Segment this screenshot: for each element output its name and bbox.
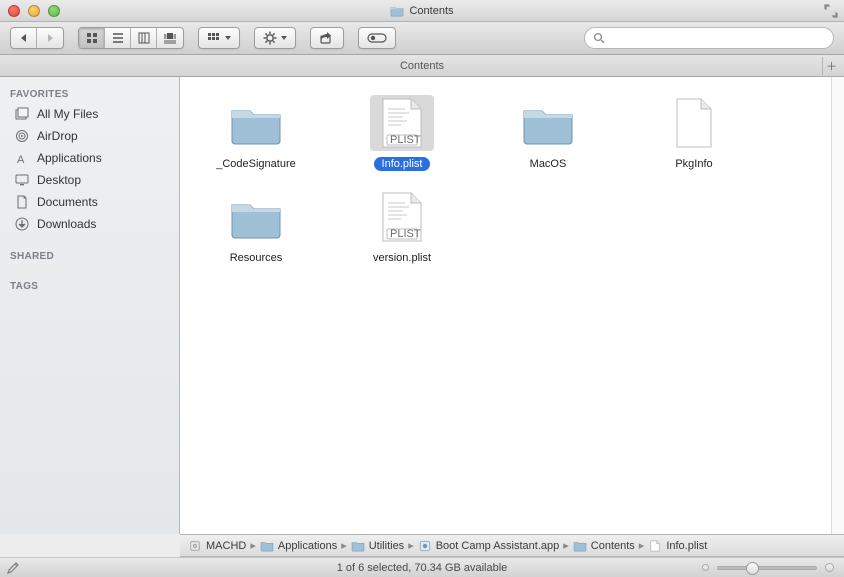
sidebar-item-documents[interactable]: Documents [0,191,179,213]
path-label: Contents [591,540,635,552]
path-separator-icon: ▸ [639,539,645,552]
folder-icon [390,5,404,17]
column-view-button[interactable] [131,28,157,48]
share-button[interactable] [310,27,344,49]
icon-view-button[interactable] [79,28,105,48]
file-label: _CodeSignature [208,157,304,171]
search-icon [593,32,605,44]
path-label: Applications [278,540,337,552]
sidebar-section-favorites: FAVORITES [0,83,179,103]
file-thumbnail: PLIST [370,189,434,245]
file-thumbnail [224,95,288,151]
list-view-button[interactable] [105,28,131,48]
path-component[interactable]: MACHD [188,540,246,552]
back-button[interactable] [11,28,37,48]
slider-track[interactable] [717,566,817,570]
path-label: Boot Camp Assistant.app [436,540,560,552]
new-tab-button[interactable]: ＋ [822,57,840,75]
file-label: Resources [222,251,291,265]
sidebar: FAVORITES All My Files AirDrop A Applica… [0,77,180,534]
file-thumbnail [224,189,288,245]
tab-bar: Contents ＋ [0,55,844,77]
sidebar-item-label: All My Files [37,107,98,121]
path-bar: MACHD▸Applications▸Utilities▸Boot Camp A… [180,534,844,557]
sidebar-item-downloads[interactable]: Downloads [0,213,179,235]
path-separator-icon: ▸ [341,539,347,552]
sidebar-item-label: Documents [37,195,98,209]
status-bar: 1 of 6 selected, 70.34 GB available [0,557,844,577]
path-separator-icon: ▸ [563,539,569,552]
desktop-icon [14,172,30,188]
sidebar-item-all-my-files[interactable]: All My Files [0,103,179,125]
sidebar-item-label: Desktop [37,173,81,187]
tags-button[interactable] [358,27,396,49]
main-split: FAVORITES All My Files AirDrop A Applica… [0,77,844,534]
tab-label[interactable]: Contents [400,60,444,72]
path-separator-icon: ▸ [250,539,256,552]
file-icon-view[interactable]: _CodeSignature PLIST Info.plist MacOS PkgInf… [180,77,831,534]
view-mode-buttons [78,27,184,49]
window-title-text: Contents [409,5,453,17]
path-component[interactable]: Contents [573,540,635,552]
search-field[interactable] [584,27,834,49]
svg-text:A: A [17,154,25,166]
file-label: Info.plist [374,157,431,171]
sidebar-section-tags: TAGS [0,275,179,295]
path-component[interactable]: Utilities [351,540,404,552]
action-menu-button[interactable] [254,27,296,49]
documents-icon [14,194,30,210]
title-bar: Contents [0,0,844,22]
all-my-files-icon [14,106,30,122]
sidebar-item-label: AirDrop [37,129,78,143]
file-thumbnail [516,95,580,151]
sidebar-section-shared: SHARED [0,245,179,265]
slider-min-icon [702,564,709,571]
path-separator-icon: ▸ [408,539,414,552]
nav-buttons [10,27,64,49]
file-item[interactable]: Resources [186,185,326,269]
icon-size-slider[interactable] [702,563,834,572]
slider-max-icon [825,563,834,572]
sidebar-item-label: Applications [37,151,102,165]
path-component[interactable]: Info.plist [648,540,707,552]
file-item[interactable]: PLIST Info.plist [332,91,472,175]
file-label: PkgInfo [667,157,720,171]
arrange-menu-button[interactable] [198,27,240,49]
path-component[interactable]: Applications [260,540,337,552]
path-label: Info.plist [666,540,707,552]
toolbar [0,22,844,55]
search-input[interactable] [611,32,825,44]
file-item[interactable]: PLIST version.plist [332,185,472,269]
slider-knob[interactable] [746,562,759,575]
vertical-scrollbar[interactable] [831,77,844,534]
file-item[interactable]: _CodeSignature [186,91,326,175]
path-label: MACHD [206,540,246,552]
applications-icon: A [14,150,30,166]
sidebar-item-label: Downloads [37,217,96,231]
airdrop-icon [14,128,30,144]
file-thumbnail [662,95,726,151]
file-item[interactable]: MacOS [478,91,618,175]
sidebar-item-desktop[interactable]: Desktop [0,169,179,191]
fullscreen-button[interactable] [824,4,838,18]
svg-text:PLIST: PLIST [390,134,421,146]
sidebar-item-airdrop[interactable]: AirDrop [0,125,179,147]
file-item[interactable]: PkgInfo [624,91,764,175]
path-label: Utilities [369,540,404,552]
downloads-icon [14,216,30,232]
svg-text:PLIST: PLIST [390,228,421,240]
coverflow-view-button[interactable] [157,28,183,48]
path-component[interactable]: Boot Camp Assistant.app [418,540,560,552]
file-thumbnail: PLIST [370,95,434,151]
file-label: MacOS [522,157,575,171]
window-title: Contents [0,5,844,17]
sidebar-item-applications[interactable]: A Applications [0,147,179,169]
file-label: version.plist [365,251,439,265]
forward-button[interactable] [37,28,63,48]
